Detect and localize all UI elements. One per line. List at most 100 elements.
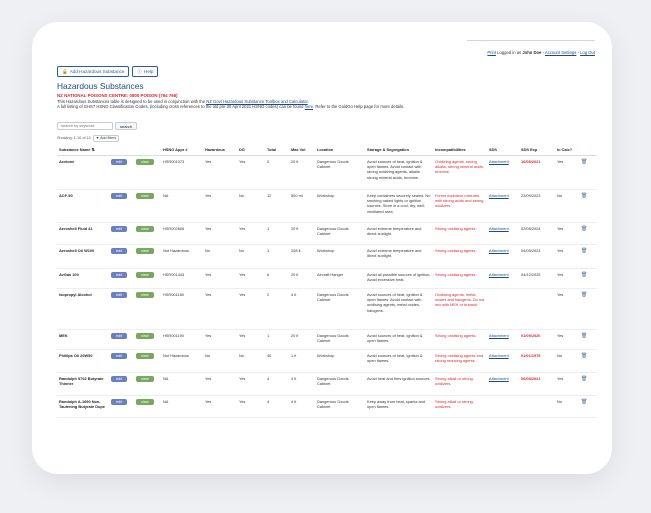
account-settings-link[interactable]: Account Settings [545, 50, 576, 55]
hsno-cell: Not Hazardous [161, 349, 203, 373]
sds-cell: Attachment [487, 244, 519, 269]
view-button[interactable]: view [136, 272, 154, 278]
max-vol-cell: 20 lt [289, 268, 315, 289]
trash-icon[interactable]: 🗑 [581, 272, 587, 278]
trash-icon[interactable]: 🗑 [581, 333, 587, 339]
sds-cell: Attachment [487, 189, 519, 223]
top-nav: Print Logged in as John Doe - Account Se… [487, 50, 595, 55]
col-substance-name[interactable]: Substance Name ⇅ [57, 144, 109, 156]
substance-name: Aeroshell Oil W100 [57, 244, 109, 269]
storage-cell: Avoid all possible sources of ignition. … [365, 268, 433, 289]
separator: - [542, 50, 544, 55]
hazardous-cell: Yes [203, 288, 237, 330]
sds-attachment-link[interactable]: Attachment [489, 226, 509, 231]
trash-icon[interactable]: 🗑 [581, 292, 587, 298]
hazardous-cell: No [203, 244, 237, 269]
edit-button[interactable]: edit [111, 399, 128, 405]
description: This Hazardous Substances table is desig… [57, 99, 404, 110]
trash-icon[interactable]: 🗑 [581, 226, 587, 232]
view-button[interactable]: view [136, 353, 154, 359]
edit-button[interactable]: edit [111, 353, 128, 359]
delete-cell: 🗑 [579, 329, 597, 350]
edit-button[interactable]: edit [111, 226, 128, 232]
view-button[interactable]: view [136, 193, 154, 199]
trash-icon[interactable]: 🗑 [581, 399, 587, 405]
total-cell: 2 [265, 288, 289, 330]
edit-cell: edit [109, 349, 134, 373]
sds-attachment-link[interactable]: Attachment [489, 248, 509, 253]
search-input[interactable] [57, 122, 113, 130]
edit-button[interactable]: edit [111, 193, 128, 199]
max-vol-cell: 4 lt [289, 372, 315, 396]
print-link[interactable]: Print [487, 50, 496, 55]
logout-link[interactable]: Log Out [580, 50, 595, 55]
trash-icon[interactable]: 🗑 [581, 159, 587, 165]
page-content: Print Logged in as John Doe - Account Se… [57, 40, 599, 460]
search-button[interactable]: search [115, 122, 138, 130]
hazardous-cell: No [203, 349, 237, 373]
view-button[interactable]: view [136, 159, 154, 165]
trash-icon[interactable]: 🗑 [581, 193, 587, 199]
add-filters-button[interactable]: ▼ Add filters [92, 135, 120, 142]
hazardous-cell: Yes [203, 372, 237, 396]
view-cell: view [134, 329, 161, 350]
delete-cell: 🗑 [579, 349, 597, 373]
here-link[interactable]: here [305, 104, 313, 109]
sds-exp-cell: 04/05/2024 [519, 244, 555, 269]
sds-attachment-link[interactable]: Attachment [489, 272, 509, 277]
view-button[interactable]: view [136, 226, 154, 232]
table-row: Phillips Oil 20W50 edit view Not Hazardous N… [57, 349, 597, 373]
edit-button[interactable]: edit [111, 333, 128, 339]
view-cell: view [134, 268, 161, 289]
storage-cell: Avoid sources of heat, ignition & open f… [365, 329, 433, 350]
add-substance-button[interactable]: 🔒 Add Hazardous Substance [57, 66, 130, 77]
edit-button[interactable]: edit [111, 292, 128, 298]
view-button[interactable]: view [136, 292, 154, 298]
substance-name: Aeroshell Fluid 41 [57, 222, 109, 245]
max-vol-cell: 500 ml [289, 189, 315, 223]
hazardous-cell: Yes [203, 155, 237, 190]
sort-icon: ⇅ [91, 147, 95, 152]
in-calc-cell: No [555, 349, 579, 373]
sds-attachment-link[interactable]: Attachment [489, 353, 509, 358]
sds-attachment-link[interactable]: Attachment [489, 376, 509, 381]
help-button[interactable]: ⓘ Help [132, 66, 159, 77]
edit-button[interactable]: edit [111, 159, 128, 165]
edit-button[interactable]: edit [111, 272, 128, 278]
edit-button[interactable]: edit [111, 376, 128, 382]
sds-exp-cell: 01/01/1975 [519, 349, 555, 373]
trash-icon[interactable]: 🗑 [581, 353, 587, 359]
edit-button[interactable]: edit [111, 248, 128, 254]
sds-cell: Attachment [487, 222, 519, 245]
sds-exp-cell: 23/09/2023 [519, 189, 555, 223]
total-cell: 12 [265, 189, 289, 223]
in-calc-cell: No [555, 395, 579, 418]
dg-cell: No [237, 189, 265, 223]
toolbox-link[interactable]: NZ Govt Hazardous Substance Toolbox and … [206, 99, 307, 104]
hsno-cell: HSR001073 [161, 155, 203, 190]
incompat-cell: Forms explosive mixtures with strong aci… [433, 189, 487, 223]
edit-cell: edit [109, 244, 134, 269]
hazardous-cell: Yes [203, 395, 237, 418]
sds-attachment-link[interactable]: Attachment [489, 159, 509, 164]
sds-cell: Attachment [487, 155, 519, 190]
view-button[interactable]: view [136, 333, 154, 339]
view-button[interactable]: view [136, 248, 154, 254]
view-button[interactable]: view [136, 376, 154, 382]
sds-attachment-link[interactable]: Attachment [489, 193, 509, 198]
hsno-cell: HSR002606 [161, 222, 203, 245]
max-vol-cell: 4 lt [289, 288, 315, 330]
total-cell: 4 [265, 372, 289, 396]
col-dg: DG [237, 144, 265, 156]
view-button[interactable]: view [136, 399, 154, 405]
table-row: Aeroshell Fluid 41 edit view HSR002606 Yes Ye… [57, 222, 597, 245]
col-max-vol: Max Vol [289, 144, 315, 156]
trash-icon[interactable]: 🗑 [581, 248, 587, 254]
in-calc-cell: Yes [555, 329, 579, 350]
sds-exp-cell: 04/12/2025 [519, 268, 555, 289]
storage-cell: Avoid sources of heat, ignition & open f… [365, 155, 433, 190]
sds-attachment-link[interactable]: Attachment [489, 333, 509, 338]
trash-icon[interactable]: 🗑 [581, 376, 587, 382]
filter-icon: ▼ [95, 136, 100, 140]
view-cell: view [134, 395, 161, 418]
